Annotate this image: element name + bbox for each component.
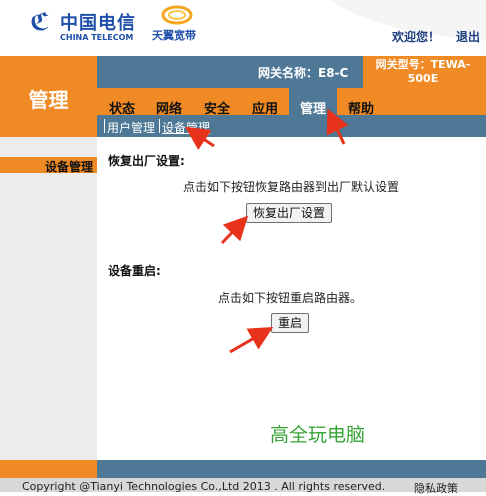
tianyi-swirl-icon [161,5,193,25]
sub-nav-separator [104,119,105,133]
footer-accent-right [97,460,486,478]
copyright-text: Copyright @Tianyi Technologies Co.,Ltd 2… [22,480,386,493]
sub-nav-bar [97,115,486,137]
sub-nav-user-management[interactable]: 用户管理 [107,119,155,136]
gateway-name: 网关名称：E8-C [258,66,349,80]
china-telecom-logo-icon: ℭ [30,8,50,36]
sidebar-item-device-management[interactable]: 设备管理 [0,158,93,175]
privacy-policy-link[interactable]: 隐私政策 [414,480,458,496]
reset-description: 点击如下按钮恢复路由器到出厂默认设置 [183,180,400,194]
reboot-description: 点击如下按钮重启路由器。 [218,291,363,305]
left-sidebar [0,137,97,460]
sub-brand-label: 天翼宽带 [152,29,196,42]
section-title: 管理 [28,88,69,112]
welcome-link[interactable]: 欢迎您！ [392,28,440,45]
reboot-button[interactable]: 重启 [271,313,309,333]
brand-name-cn: 中国电信 [60,13,136,34]
footer-accent-left [0,460,97,478]
sub-nav-device-management[interactable]: 设备管理 [162,119,210,136]
reset-section-title: 恢复出厂设置: [108,154,185,168]
sub-nav-separator [159,119,160,133]
factory-reset-button[interactable]: 恢复出厂设置 [246,203,332,223]
reboot-section-title: 设备重启: [108,264,161,278]
gateway-type: 网关型号：TEWA-500E [375,58,471,85]
watermark-text: 高全玩电脑 [270,424,366,446]
logout-link[interactable]: 退出 [456,28,480,45]
brand-name-en: CHINA TELECOM [60,33,134,42]
